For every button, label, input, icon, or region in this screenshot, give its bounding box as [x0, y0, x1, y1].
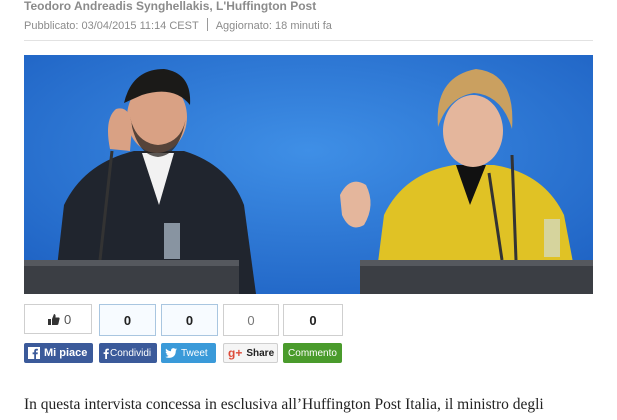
- article-body: In questa intervista concessa in esclusi…: [24, 394, 593, 416]
- comment-count: 0: [309, 312, 317, 328]
- facebook-like-button[interactable]: Mi piace: [24, 343, 93, 363]
- facebook-like-label: Mi piace: [44, 347, 88, 359]
- thumbs-up-icon: [48, 313, 60, 325]
- share-count: 0: [123, 312, 132, 328]
- article-photo[interactable]: [24, 55, 593, 294]
- article-meta: Pubblicato: 03/04/2015 11:14 CEST Aggiorn…: [24, 18, 332, 33]
- header-divider: [24, 40, 593, 41]
- facebook-share-button[interactable]: Condividi: [99, 343, 157, 363]
- author-byline: Teodoro Andreadis Synghellakis, L'Huffin…: [24, 0, 317, 13]
- article-text: In questa intervista concessa in esclusi…: [24, 396, 544, 413]
- twitter-bird-icon: [165, 348, 177, 358]
- like-count-box: 0: [24, 304, 92, 334]
- meta-divider: [206, 18, 208, 31]
- updated-date: Aggiornato: 18 minuti fa: [215, 20, 332, 32]
- facebook-share-label: Condividi: [110, 347, 152, 359]
- share-count-box: 0: [99, 304, 156, 336]
- comment-button[interactable]: Commento: [283, 343, 342, 363]
- like-count: 0: [64, 311, 72, 327]
- google-plus-share-button[interactable]: g+ Share: [223, 343, 278, 363]
- comment-label: Commento: [288, 347, 337, 359]
- tweet-label: Tweet: [181, 347, 208, 359]
- facebook-f-icon: [103, 348, 109, 359]
- tweet-button[interactable]: Tweet: [161, 343, 216, 363]
- gplus-count: 0: [247, 312, 255, 328]
- tweet-count-box: 0: [161, 304, 218, 336]
- comment-count-box: 0: [283, 304, 343, 336]
- google-plus-icon: g+: [228, 346, 243, 360]
- gplus-count-box: 0: [223, 304, 279, 336]
- google-plus-label: Share: [246, 347, 275, 359]
- tweet-count: 0: [185, 312, 194, 328]
- published-date: Pubblicato: 03/04/2015 11:14 CEST: [24, 20, 199, 32]
- facebook-icon: [28, 347, 40, 359]
